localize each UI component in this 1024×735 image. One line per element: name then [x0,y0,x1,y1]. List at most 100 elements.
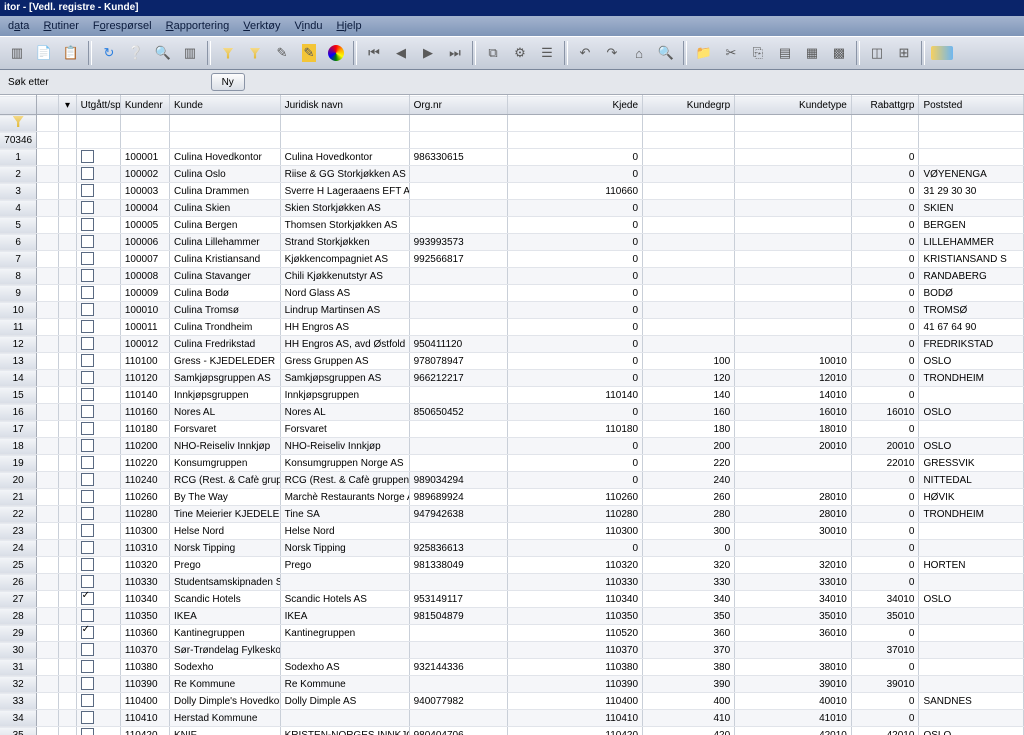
cell-utgatt[interactable] [76,421,120,438]
table-row[interactable]: 34110410Herstad Kommune110410410410100 [0,710,1024,727]
table-row[interactable]: 21110260By The WayMarchè Restaurants Nor… [0,489,1024,506]
table-row[interactable]: 3100003Culina DrammenSverre H Lageraaens… [0,183,1024,200]
table-row[interactable]: 5100005Culina BergenThomsen Storkjøkken … [0,217,1024,234]
col-kjede[interactable]: Kjede [507,96,642,115]
toolbar-button[interactable]: 📄 [31,40,57,66]
table-row[interactable]: 32110390Re KommuneRe Kommune110390390390… [0,676,1024,693]
table-row[interactable]: 10100010Culina TromsøLindrup Martinsen A… [0,302,1024,319]
cell-utgatt[interactable] [76,234,120,251]
col-kunde[interactable]: Kunde [170,96,281,115]
filter-row[interactable] [0,115,1024,132]
cell-utgatt[interactable] [76,625,120,642]
menu-item[interactable]: Rapportering [166,20,230,32]
cell-utgatt[interactable] [76,200,120,217]
table-row[interactable]: 1100001Culina HovedkontorCulina Hovedkon… [0,149,1024,166]
table-row[interactable]: 16110160Nores ALNores AL8506504520160160… [0,404,1024,421]
table-row[interactable]: 29110360KantinegruppenKantinegruppen1105… [0,625,1024,642]
prev-icon[interactable]: ◀ [388,40,414,66]
cell-utgatt[interactable] [76,217,120,234]
table-row[interactable]: 35110420KNIFKRISTEN-NORGES INNKJØPS98040… [0,727,1024,735]
checkbox[interactable] [81,456,94,469]
checkbox[interactable] [81,558,94,571]
checkbox[interactable] [81,524,94,537]
checkbox[interactable] [81,677,94,690]
checkbox[interactable] [81,439,94,452]
checkbox[interactable] [81,371,94,384]
table-row[interactable]: 15110140InnkjøpsgruppenInnkjøpsgruppen11… [0,387,1024,404]
table-row[interactable]: 11100011Culina TrondheimHH Engros AS0041… [0,319,1024,336]
cell-utgatt[interactable] [76,540,120,557]
checkbox[interactable] [81,150,94,163]
checkbox[interactable] [81,694,94,707]
checkbox[interactable] [81,269,94,282]
cell-utgatt[interactable] [76,370,120,387]
table-row[interactable]: 14110120Samkjøpsgruppen ASSamkjøpsgruppe… [0,370,1024,387]
next-icon[interactable]: ▶ [415,40,441,66]
col-dropdown[interactable]: ▾ [59,96,76,115]
cell-utgatt[interactable] [76,336,120,353]
table-row[interactable]: 23110300Helse NordHelse Nord110300300300… [0,523,1024,540]
table-row[interactable]: 12100012Culina FredrikstadHH Engros AS, … [0,336,1024,353]
cell-utgatt[interactable] [76,353,120,370]
checkbox[interactable] [81,201,94,214]
col-kundetype[interactable]: Kundetype [735,96,852,115]
folder-icon[interactable]: 📁 [691,40,717,66]
checkbox[interactable] [81,643,94,656]
cell-utgatt[interactable] [76,727,120,735]
toolbar-button[interactable]: ↷ [599,40,625,66]
filter-clear-icon[interactable] [242,40,268,66]
help-icon[interactable]: ❔ [123,40,149,66]
checkbox[interactable] [81,507,94,520]
table-row[interactable]: 9100009Culina BodøNord Glass AS00BODØ [0,285,1024,302]
table-row[interactable]: 18110200NHO-Reiseliv InnkjøpNHO-Reiseliv… [0,438,1024,455]
first-icon[interactable]: ⏮ [361,40,387,66]
cell-utgatt[interactable] [76,166,120,183]
cell-utgatt[interactable] [76,387,120,404]
toolbar-button[interactable]: ✂ [718,40,744,66]
col-poststed[interactable]: Poststed [919,96,1024,115]
cell-utgatt[interactable] [76,455,120,472]
checkbox[interactable] [81,337,94,350]
table-row[interactable]: 8100008Culina StavangerChili Kjøkkenutst… [0,268,1024,285]
table-row[interactable]: 7100007Culina KristiansandKjøkkencompagn… [0,251,1024,268]
cell-utgatt[interactable] [76,523,120,540]
cell-utgatt[interactable] [76,438,120,455]
checkbox[interactable] [81,320,94,333]
cell-utgatt[interactable] [76,404,120,421]
checkbox[interactable] [81,235,94,248]
toolbar-button[interactable]: ⎘ [745,40,771,66]
table-row[interactable]: 4100004Culina SkienSkien Storkjøkken AS0… [0,200,1024,217]
cell-utgatt[interactable] [76,676,120,693]
toolbar-button[interactable]: ▤ [772,40,798,66]
cell-utgatt[interactable] [76,251,120,268]
filter-funnel-icon[interactable] [13,116,24,127]
toolbar-button[interactable]: ↶ [572,40,598,66]
table-row[interactable]: 20110240RCG (Rest. & Cafè gruppeRCG (Res… [0,472,1024,489]
cell-utgatt[interactable] [76,557,120,574]
checkbox[interactable] [81,354,94,367]
table-row[interactable]: 26110330Studentsamskipnaden SIN110330330… [0,574,1024,591]
checkbox[interactable] [81,728,94,735]
toolbar-button[interactable]: ▥ [177,40,203,66]
new-button[interactable]: Ny [211,73,245,91]
cell-utgatt[interactable] [76,319,120,336]
toolbar-button[interactable] [929,40,955,66]
filter-value[interactable]: 70346 [0,132,37,149]
col-blank[interactable] [37,96,59,115]
toolbar-button[interactable]: 📋 [58,40,84,66]
checkbox[interactable] [81,422,94,435]
col-kundenr[interactable]: Kundenr [120,96,169,115]
cell-utgatt[interactable] [76,574,120,591]
col-kundegrp[interactable]: Kundegrp [643,96,735,115]
color-wheel-icon[interactable] [323,40,349,66]
data-grid[interactable]: ▾ Utgått/sper Kundenr Kunde Juridisk nav… [0,95,1024,735]
table-row[interactable]: 25110320PregoPrego9813380491103203203201… [0,557,1024,574]
checkbox[interactable] [81,286,94,299]
cell-utgatt[interactable] [76,472,120,489]
refresh-icon[interactable]: ↻ [96,40,122,66]
toolbar-button[interactable]: ◫ [864,40,890,66]
table-row[interactable]: 13110100Gress - KJEDELEDERGress Gruppen … [0,353,1024,370]
menu-item[interactable]: Hjelp [336,20,361,32]
checkbox[interactable] [81,303,94,316]
col-rabattgrp[interactable]: Rabattgrp [851,96,919,115]
